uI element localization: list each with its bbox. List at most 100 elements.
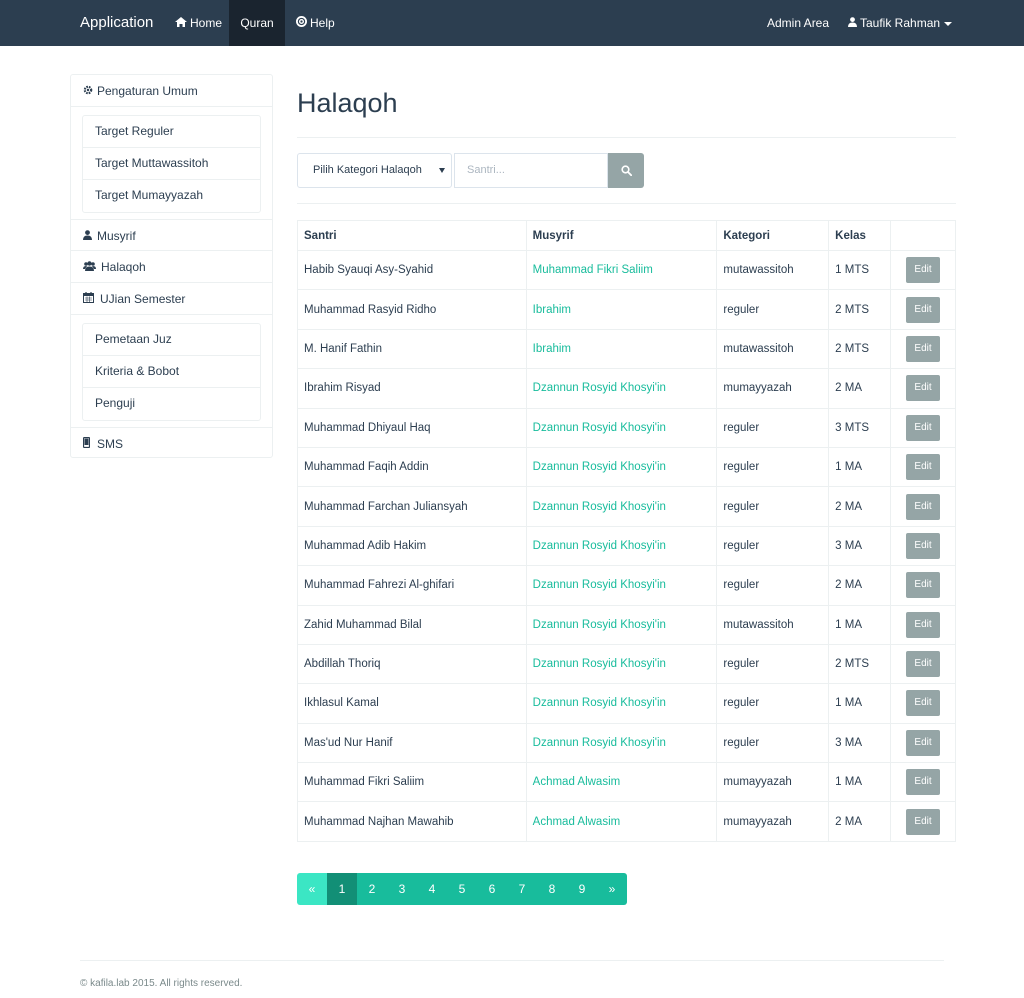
nav-admin-area[interactable]: Admin Area <box>756 0 840 46</box>
nav-quran-label: Quran <box>240 16 274 30</box>
nav-help[interactable]: Help <box>285 0 346 46</box>
musyrif-link[interactable]: Achmad Alwasim <box>525 762 718 803</box>
musyrif-link[interactable]: Dzannun Rosyid Khosyi'in <box>525 565 718 606</box>
musyrif-link[interactable]: Dzannun Rosyid Khosyi'in <box>525 722 718 764</box>
sidebar-item-halaqoh[interactable]: Halaqoh <box>71 251 272 283</box>
submenu-pemetaan-juz[interactable]: Pemetaan Juz <box>83 324 260 356</box>
kategori-cell: mumayyazah <box>716 368 830 409</box>
edit-button[interactable]: Edit <box>906 335 941 362</box>
musyrif-link[interactable]: Muhammad Fikri Saliim <box>525 249 718 291</box>
pagination-page[interactable]: 6 <box>477 873 507 905</box>
kelas-cell: 1 MA <box>828 683 892 724</box>
musyrif-link[interactable]: Ibrahim <box>525 328 718 370</box>
edit-button[interactable]: Edit <box>906 729 941 756</box>
kategori-select[interactable]: Pilih Kategori Halaqoh <box>297 153 452 188</box>
nav-admin-label: Admin Area <box>767 16 830 30</box>
actions-cell: Edit <box>890 289 956 330</box>
pagination-page[interactable]: 3 <box>387 873 417 905</box>
sidebar-item-pengaturan-umum[interactable]: Pengaturan Umum <box>71 75 272 107</box>
user-menu[interactable]: Taufik Rahman <box>837 0 963 46</box>
musyrif-link[interactable]: Dzannun Rosyid Khosyi'in <box>525 446 718 488</box>
musyrif-link[interactable]: Dzannun Rosyid Khosyi'in <box>525 368 718 409</box>
santri-cell: M. Hanif Fathin <box>297 328 527 370</box>
pagination-page[interactable]: 5 <box>447 873 477 905</box>
brand[interactable]: Application <box>80 0 153 46</box>
edit-button[interactable]: Edit <box>906 257 941 284</box>
musyrif-link[interactable]: Dzannun Rosyid Khosyi'in <box>525 643 718 685</box>
santri-cell: Zahid Muhammad Bilal <box>297 604 527 645</box>
nav-home[interactable]: Home <box>164 0 233 46</box>
pagination-prev[interactable]: « <box>297 873 327 905</box>
musyrif-link[interactable]: Dzannun Rosyid Khosyi'in <box>525 683 718 724</box>
edit-button[interactable]: Edit <box>906 572 941 599</box>
kategori-cell: mumayyazah <box>716 762 830 803</box>
table-row: Muhammad Najhan Mawahib Achmad Alwasim mum… <box>297 801 956 842</box>
santri-cell: Ikhlasul Kamal <box>297 683 527 724</box>
user-name: Taufik Rahman <box>860 16 941 30</box>
pagination-page[interactable]: 1 <box>327 873 357 905</box>
actions-cell: Edit <box>890 486 956 527</box>
sidebar-item-label: UJian Semester <box>100 292 186 306</box>
nav-quran[interactable]: Quran <box>229 0 285 46</box>
edit-button[interactable]: Edit <box>906 532 941 559</box>
santri-search-input[interactable]: Santri... <box>454 153 608 188</box>
musyrif-link[interactable]: Dzannun Rosyid Khosyi'in <box>525 525 718 567</box>
edit-button[interactable]: Edit <box>906 375 941 402</box>
submenu-target-muttawassitoh[interactable]: Target Muttawassitoh <box>83 148 260 180</box>
edit-button[interactable]: Edit <box>906 769 941 796</box>
nav-home-label: Home <box>190 16 223 30</box>
santri-cell: Mas'ud Nur Hanif <box>297 722 527 764</box>
actions-cell: Edit <box>890 407 956 448</box>
table-row: Muhammad Rasyid Ridho Ibrahim reguler 2 MTS… <box>297 289 956 330</box>
edit-button[interactable]: Edit <box>906 296 941 323</box>
sidebar-item-sms[interactable]: SMS <box>71 427 272 459</box>
edit-button[interactable]: Edit <box>906 651 941 678</box>
sidebar-item-musyrif[interactable]: Musyrif <box>71 219 272 251</box>
musyrif-link[interactable]: Ibrahim <box>525 289 718 330</box>
kategori-cell: reguler <box>716 289 830 330</box>
santri-cell: Muhammad Fikri Saliim <box>297 762 527 803</box>
submenu-target-mumayyazah[interactable]: Target Mumayyazah <box>83 180 260 212</box>
actions-cell: Edit <box>890 446 956 488</box>
santri-cell: Muhammad Fahrezi Al-ghifari <box>297 565 527 606</box>
submenu-penguji[interactable]: Penguji <box>83 388 260 420</box>
kategori-cell: mumayyazah <box>716 801 830 842</box>
caret-down-icon <box>944 21 953 26</box>
table-row: Ibrahim Risyad Dzannun Rosyid Khosyi'in mu… <box>297 368 956 409</box>
actions-cell: Edit <box>890 368 956 409</box>
edit-button[interactable]: Edit <box>906 414 941 441</box>
kelas-cell: 2 MTS <box>828 289 892 330</box>
pagination-page[interactable]: 7 <box>507 873 537 905</box>
actions-cell: Edit <box>890 525 956 567</box>
actions-cell: Edit <box>890 722 956 764</box>
submenu-target-reguler[interactable]: Target Reguler <box>83 116 260 148</box>
pagination-page[interactable]: 9 <box>567 873 597 905</box>
submenu-kriteria-bobot[interactable]: Kriteria & Bobot <box>83 356 260 388</box>
edit-button[interactable]: Edit <box>906 454 941 481</box>
musyrif-link[interactable]: Dzannun Rosyid Khosyi'in <box>525 604 718 645</box>
header-santri: Santri <box>297 220 527 251</box>
kategori-cell: reguler <box>716 446 830 488</box>
table-header-row: Santri Musyrif Kategori Kelas <box>297 220 956 251</box>
pagination-page[interactable]: 4 <box>417 873 447 905</box>
search-button[interactable] <box>608 153 644 188</box>
sidebar-item-ujian-semester[interactable]: UJian Semester <box>71 283 272 315</box>
ujian-submenu: Pemetaan Juz Kriteria & Bobot Penguji <box>82 323 261 421</box>
musyrif-link[interactable]: Dzannun Rosyid Khosyi'in <box>525 486 718 527</box>
pagination-page[interactable]: 2 <box>357 873 387 905</box>
user-icon <box>83 221 97 253</box>
pagination-next[interactable]: » <box>597 873 627 905</box>
edit-button[interactable]: Edit <box>906 611 941 638</box>
footer-divider <box>80 960 944 961</box>
divider <box>297 203 956 204</box>
edit-button[interactable]: Edit <box>906 690 941 717</box>
edit-button[interactable]: Edit <box>906 808 941 835</box>
actions-cell: Edit <box>890 604 956 645</box>
pagination-page[interactable]: 8 <box>537 873 567 905</box>
kelas-cell: 2 MTS <box>828 328 892 370</box>
santri-cell: Muhammad Adib Hakim <box>297 525 527 567</box>
musyrif-link[interactable]: Dzannun Rosyid Khosyi'in <box>525 407 718 448</box>
edit-button[interactable]: Edit <box>906 493 941 520</box>
kategori-cell: reguler <box>716 643 830 685</box>
musyrif-link[interactable]: Achmad Alwasim <box>525 801 718 842</box>
